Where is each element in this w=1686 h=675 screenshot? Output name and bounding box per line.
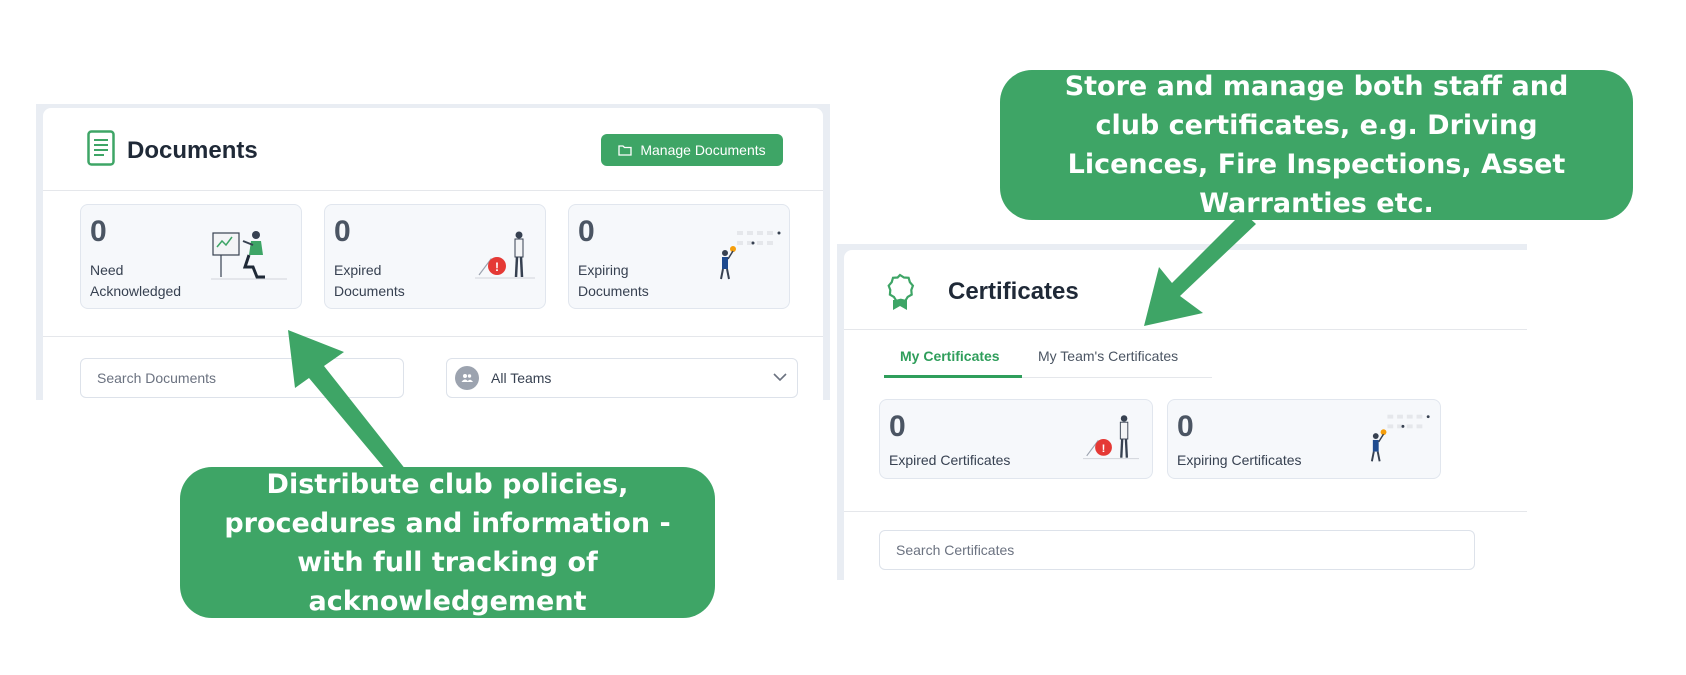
search-certificates-input[interactable]: Search Certificates <box>879 530 1475 570</box>
stat-value: 0 <box>334 215 351 248</box>
certificates-panel: Certificates My Certificates My Team's C… <box>837 244 1527 580</box>
expired-alert-icon: ! <box>1083 415 1139 460</box>
document-icon <box>87 130 115 166</box>
stat-label: Expired Documents <box>334 262 405 299</box>
documents-callout-text: Distribute club policies, procedures and… <box>224 468 671 617</box>
manage-documents-button[interactable]: Manage Documents <box>601 134 783 166</box>
documents-header: Documents Manage Documents <box>43 108 823 191</box>
certificates-callout: Store and manage both staff and club cer… <box>1000 70 1633 220</box>
person-signing-board-icon <box>211 231 287 280</box>
person-calendar-icon <box>720 231 781 280</box>
award-ribbon-icon <box>887 273 915 310</box>
team-filter-select[interactable]: All Teams <box>446 358 798 398</box>
stat-value: 0 <box>889 410 906 443</box>
users-icon <box>455 366 479 390</box>
stat-label: Expiring Certificates <box>1177 452 1302 468</box>
stat-card-expired-documents[interactable]: 0 Expired Documents ! <box>324 204 546 309</box>
stat-card-need-acknowledged[interactable]: 0 Need Acknowledged <box>80 204 302 309</box>
section-divider <box>844 511 1527 512</box>
stat-card-expiring-documents[interactable]: 0 Expiring Documents <box>568 204 790 309</box>
certificates-card: Certificates My Certificates My Team's C… <box>844 250 1527 580</box>
certificates-header: Certificates <box>844 250 1527 330</box>
person-calendar-icon <box>1370 414 1430 462</box>
stat-card-expiring-certificates[interactable]: 0 Expiring Certificates <box>1167 399 1441 479</box>
stat-label: Expired Certificates <box>889 452 1011 468</box>
expired-alert-icon: ! <box>475 231 535 279</box>
section-divider <box>43 336 823 337</box>
certificates-callout-text: Store and manage both staff and club cer… <box>1064 71 1569 219</box>
tab-my-teams-certificates[interactable]: My Team's Certificates <box>1038 348 1178 364</box>
chevron-down-icon <box>773 373 787 382</box>
svg-text:!: ! <box>1102 443 1106 455</box>
stat-value: 0 <box>90 215 107 248</box>
folder-icon <box>618 145 632 156</box>
stat-label: Need Acknowledged <box>90 262 182 299</box>
documents-panel: Documents Manage Documents 0 Need Acknow… <box>36 104 830 400</box>
page-title: Documents <box>127 137 258 164</box>
stat-value: 0 <box>1177 410 1194 443</box>
active-tab-indicator <box>884 375 1022 378</box>
documents-card: Documents Manage Documents 0 Need Acknow… <box>43 108 823 400</box>
manage-documents-label: Manage Documents <box>640 142 766 158</box>
documents-callout: Distribute club policies, procedures and… <box>180 467 715 618</box>
certificate-tabs: My Certificates My Team's Certificates <box>884 340 1212 378</box>
svg-text:!: ! <box>495 260 499 274</box>
stat-card-expired-certificates[interactable]: 0 Expired Certificates ! <box>879 399 1153 479</box>
team-filter-value: All Teams <box>491 370 552 386</box>
stat-value: 0 <box>578 215 595 248</box>
search-documents-input[interactable]: Search Documents <box>80 358 404 398</box>
tab-my-certificates[interactable]: My Certificates <box>900 348 1000 364</box>
stat-label: Expiring Documents <box>578 262 649 299</box>
page-title: Certificates <box>948 278 1079 305</box>
